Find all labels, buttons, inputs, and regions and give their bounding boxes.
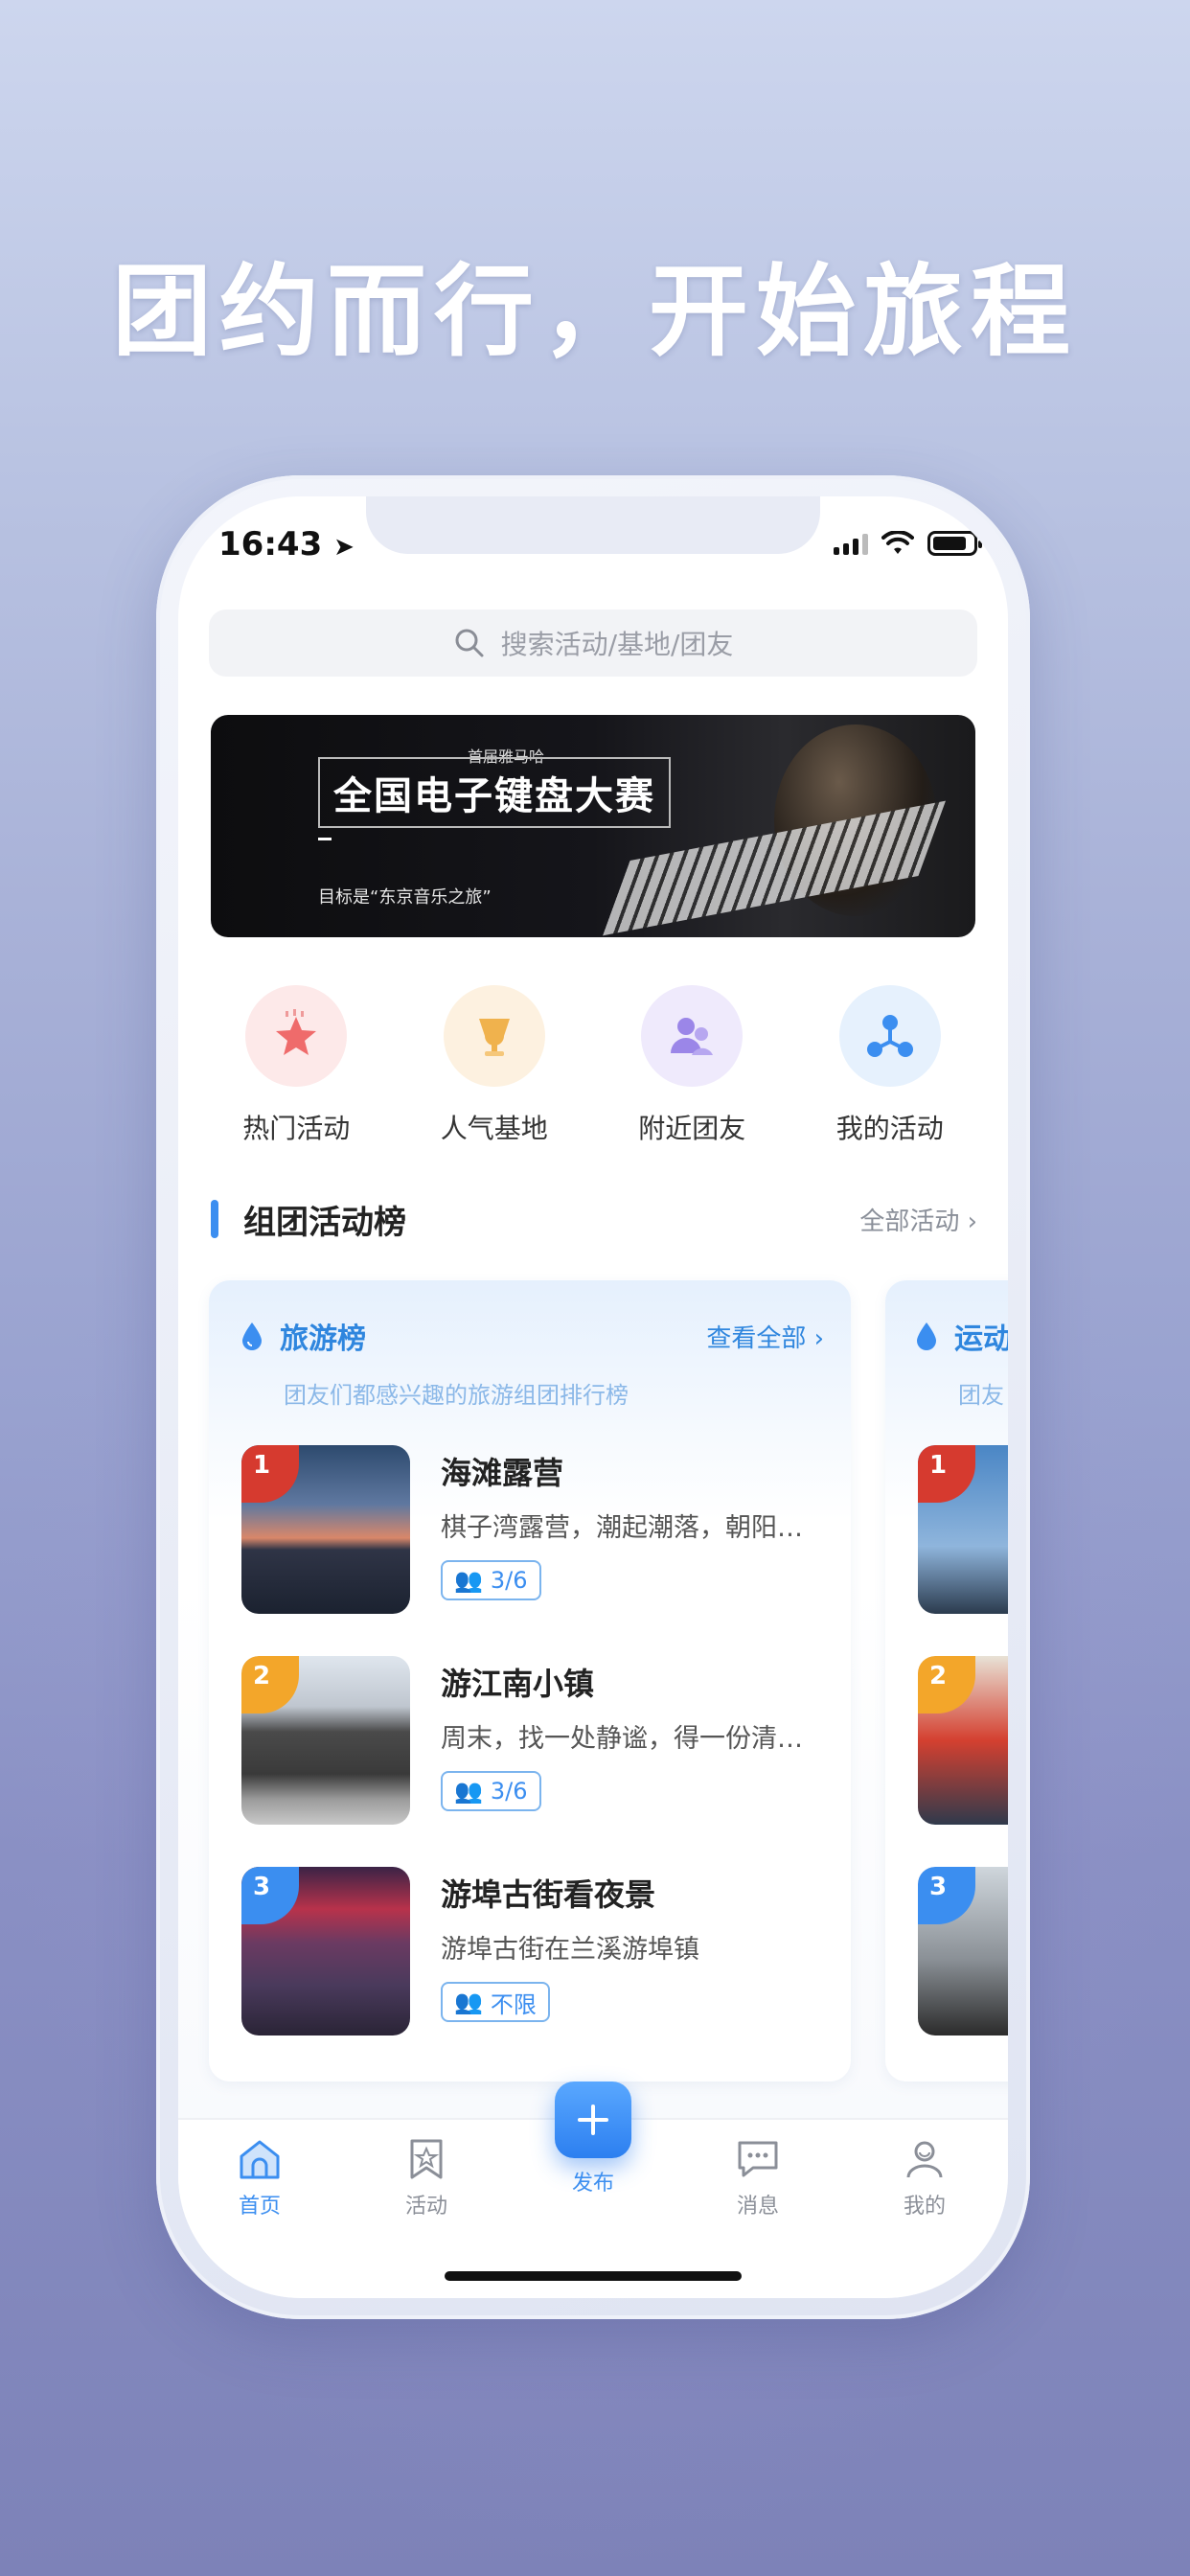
member-count-tag: 👥 不限 <box>441 1982 550 2022</box>
chevron-right-icon: › <box>813 1324 824 1353</box>
tab-home[interactable]: 首页 <box>202 2137 317 2220</box>
rank-badge: 3 <box>918 1867 975 1924</box>
shortcut-label: 人气基地 <box>440 1113 548 1144</box>
people-icon <box>641 985 744 1087</box>
section-accent-bar <box>211 1200 218 1238</box>
rank-badge: 2 <box>241 1656 299 1714</box>
view-all-link[interactable]: 查看全部 › <box>706 1319 824 1354</box>
list-item[interactable]: 2 游江南小镇 周末，找一处静谧，得一份清… 👥 3/6 <box>241 1656 835 1825</box>
basketball-photo: 1 <box>918 1445 1008 1614</box>
home-icon <box>240 2140 280 2179</box>
list-item[interactable]: 1 海滩露营 棋子湾露营，潮起潮落，朝阳… 👥 3/6 <box>241 1445 835 1614</box>
pingpong-photo: 2 <box>918 1656 1008 1825</box>
all-activities-label: 全部活动 <box>859 1207 960 1236</box>
item-title: 海滩露营 <box>441 1455 564 1491</box>
search-placeholder: 搜索活动/基地/团友 <box>500 629 734 660</box>
member-count: 不限 <box>490 1990 537 2018</box>
publish-button[interactable] <box>555 2082 631 2158</box>
home-indicator <box>445 2271 742 2281</box>
member-count: 3/6 <box>490 1778 528 1805</box>
list-item: 2 <box>918 1656 1008 1825</box>
search-bar[interactable]: 搜索活动/基地/团友 <box>209 610 977 677</box>
drop-icon <box>917 1322 936 1350</box>
status-icons <box>834 531 982 556</box>
search-icon <box>455 629 484 657</box>
night-street-photo: 3 <box>241 1867 410 2036</box>
tab-activity[interactable]: 活动 <box>369 2137 484 2220</box>
list-item[interactable]: 3 游埠古街看夜景 游埠古街在兰溪游埠镇 👥 不限 <box>241 1867 835 2036</box>
rank-badge: 1 <box>918 1445 975 1503</box>
member-count-tag: 👥 3/6 <box>441 1771 541 1811</box>
status-time: 16:43 ➤ <box>218 525 355 564</box>
banner-title: 全国电子键盘大赛 <box>318 757 671 828</box>
status-time-text: 16:43 <box>218 525 323 564</box>
tab-label: 消息 <box>736 2195 779 2219</box>
star-icon <box>245 985 348 1087</box>
beach-photo: 1 <box>241 1445 410 1614</box>
promo-banner[interactable]: 首届雅马哈 全国电子键盘大赛 目标是“东京音乐之旅” <box>211 715 975 937</box>
view-all-label: 查看全部 <box>706 1324 807 1353</box>
member-count: 3/6 <box>490 1567 528 1594</box>
card-header: 运动 <box>914 1315 1008 1357</box>
group-icon: 👥 <box>454 1989 483 2015</box>
tab-label: 首页 <box>238 2195 281 2219</box>
cycling-photo: 3 <box>918 1867 1008 2036</box>
item-title: 游江南小镇 <box>441 1666 595 1702</box>
rank-badge: 1 <box>241 1445 299 1503</box>
card-header: 旅游榜 <box>240 1315 366 1357</box>
headline: 团约而行，开始旅程 <box>111 253 1078 370</box>
battery-icon <box>927 531 982 556</box>
shortcut-row: 热门活动 人气基地 附近团友 我的活动 <box>178 985 1008 1146</box>
item-intro: 棋子湾露营，潮起潮落，朝阳… <box>441 1513 803 1543</box>
notch <box>366 496 820 554</box>
card-description: 团友们都感兴趣的旅游组团排行榜 <box>284 1382 629 1409</box>
card-title: 旅游榜 <box>280 1322 366 1356</box>
item-title: 游埠古街看夜景 <box>441 1876 656 1913</box>
network-icon <box>838 985 941 1087</box>
item-intro: 游埠古街在兰溪游埠镇 <box>441 1935 699 1965</box>
wifi-icon <box>881 531 914 554</box>
card-title: 运动 <box>954 1322 1008 1356</box>
ranking-card-travel: 旅游榜 查看全部 › 团友们都感兴趣的旅游组团排行榜 1 海滩露营 棋子湾露营，… <box>209 1280 851 2082</box>
list-item: 1 <box>918 1445 1008 1614</box>
list-item: 3 <box>918 1867 1008 2036</box>
cellular-signal-icon <box>834 532 868 555</box>
banner-divider <box>318 838 332 840</box>
shortcut-label: 热门活动 <box>242 1113 351 1144</box>
drop-icon <box>242 1322 262 1350</box>
group-icon: 👥 <box>454 1567 483 1594</box>
tab-label: 活动 <box>404 2195 447 2219</box>
plus-icon <box>578 2104 608 2135</box>
card-description: 团友 <box>958 1382 1004 1409</box>
group-icon: 👥 <box>454 1778 483 1805</box>
bookmark-star-icon <box>410 2139 443 2179</box>
banner-tagline: 目标是“东京音乐之旅” <box>318 887 492 908</box>
tab-label: 我的 <box>903 2195 946 2219</box>
trophy-icon <box>443 985 545 1087</box>
member-count-tag: 👥 3/6 <box>441 1560 541 1600</box>
user-icon <box>906 2141 943 2178</box>
shortcut-nearby-friends[interactable]: 附近团友 <box>606 985 778 1146</box>
phone-screen: 16:43 ➤ 搜索活动/基地/团友 首届雅马哈 全国电子键盘大赛 目标是“东京… <box>178 496 1008 2298</box>
shortcut-my-activities[interactable]: 我的活动 <box>804 985 976 1146</box>
rank-badge: 3 <box>241 1867 299 1924</box>
section-title: 组团活动榜 <box>243 1203 406 1242</box>
tab-mine[interactable]: 我的 <box>867 2137 982 2220</box>
shortcut-popular-bases[interactable]: 人气基地 <box>408 985 581 1146</box>
ranking-card-sport[interactable]: 运动 团友 1 2 3 <box>885 1280 1008 2082</box>
shortcut-hot-activities[interactable]: 热门活动 <box>210 985 382 1146</box>
location-arrow-icon: ➤ <box>333 533 355 562</box>
item-intro: 周末，找一处静谧，得一份清… <box>441 1724 803 1754</box>
town-photo: 2 <box>241 1656 410 1825</box>
tab-message[interactable]: 消息 <box>700 2137 815 2220</box>
section-header: 组团活动榜 全部活动 › <box>211 1198 977 1242</box>
publish-label: 发布 <box>571 2172 614 2196</box>
chevron-right-icon: › <box>967 1207 977 1236</box>
rank-badge: 2 <box>918 1656 975 1714</box>
shortcut-label: 我的活动 <box>835 1113 944 1144</box>
chat-icon <box>738 2141 778 2177</box>
all-activities-link[interactable]: 全部活动 › <box>859 1202 977 1237</box>
shortcut-label: 附近团友 <box>638 1113 746 1144</box>
